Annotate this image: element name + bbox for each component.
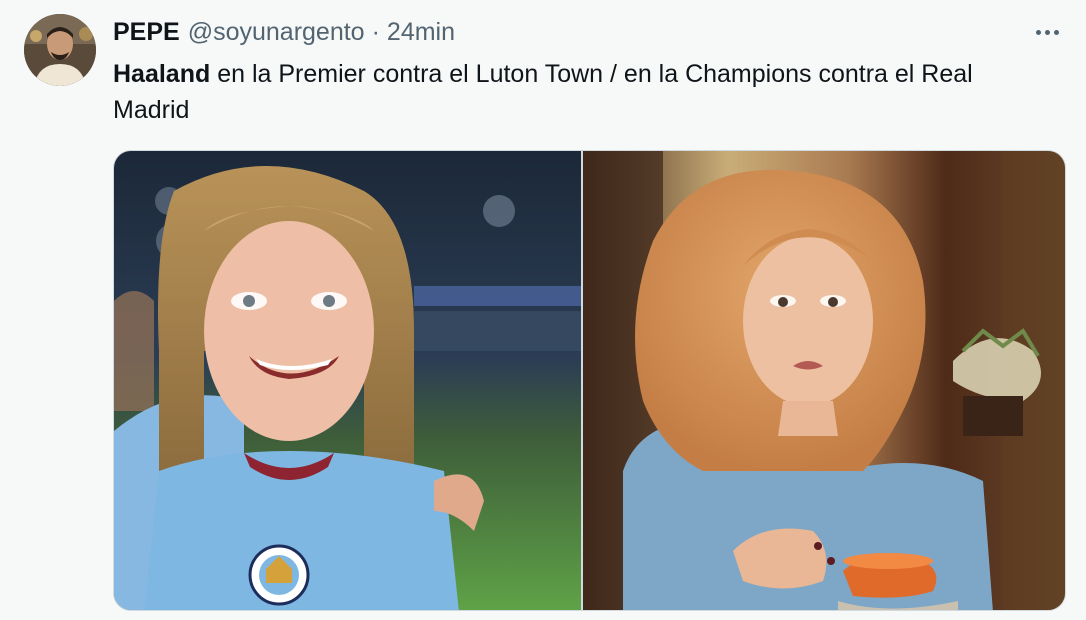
separator-dot: · [371,17,380,46]
media-image-left[interactable] [114,151,581,610]
media-image-right[interactable] [583,151,1065,610]
tweet-timestamp[interactable]: 24min [387,18,455,47]
author-handle[interactable]: @soyunargento [188,18,365,47]
more-options-icon [1035,29,1041,35]
tweet-text-bold: Haaland [113,60,211,88]
avatar[interactable] [24,14,96,86]
footballer-photo [114,151,581,610]
more-options-button[interactable] [1030,16,1064,48]
more-options-icon [1053,29,1059,35]
tweet-text-rest: en la Premier contra el Luton Town / en … [113,60,973,124]
tweet-text: Haaland en la Premier contra el Luton To… [113,56,1053,128]
author-display-name[interactable]: PEPE [113,18,180,47]
tweet-media[interactable] [113,150,1066,611]
tweet-header: PEPE @soyunargento · 24min [113,16,455,48]
avatar-image [24,14,96,86]
woman-with-teacup-photo [583,151,1065,610]
more-options-icon [1044,29,1050,35]
tweet-card[interactable]: PEPE @soyunargento · 24min Haaland en la… [0,0,1086,620]
